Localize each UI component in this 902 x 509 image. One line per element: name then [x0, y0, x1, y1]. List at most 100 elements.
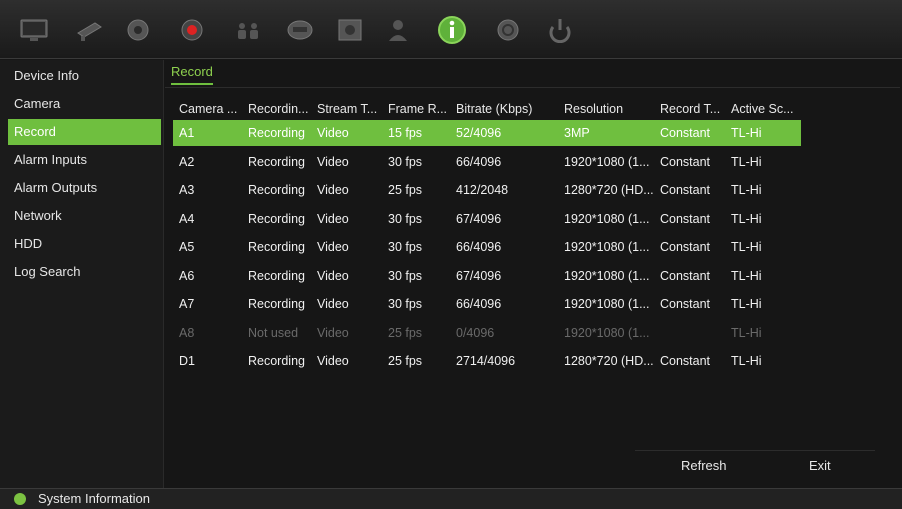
column-header-active-schedule[interactable]: Active Sc... — [731, 102, 794, 116]
cell-bitrate: 2714/4096 — [456, 354, 516, 368]
cell-resolution: 1920*1080 (1... — [564, 240, 650, 254]
cell-recording: Recording — [248, 183, 305, 197]
record-icon[interactable] — [172, 12, 212, 48]
top-toolbar — [0, 0, 902, 59]
cell-stream-type: Video — [317, 240, 349, 254]
cell-camera: A6 — [179, 268, 195, 283]
user-icon[interactable] — [378, 12, 418, 48]
sidebar-item-log-search[interactable]: Log Search — [8, 259, 161, 285]
snapshot-icon[interactable] — [330, 12, 370, 48]
sidebar: Device Info Camera Record Alarm Inputs A… — [0, 60, 164, 488]
table-row[interactable]: A3 Recording Video 25 fps 412/2048 1280*720 (… — [173, 177, 801, 203]
cell-recording: Not used — [248, 325, 299, 340]
cell-bitrate: 67/4096 — [456, 268, 502, 283]
cell-camera: A8 — [179, 325, 195, 340]
cell-bitrate: 66/4096 — [456, 154, 502, 169]
cell-stream-type: Video — [317, 211, 349, 226]
cell-recording: Recording — [248, 211, 305, 226]
cell-bitrate: 412/2048 — [456, 183, 509, 197]
cell-active-schedule: TL-Hi — [731, 240, 762, 254]
cell-record-type: Constant — [660, 211, 711, 226]
cell-active-schedule: TL-Hi — [731, 325, 762, 340]
cell-active-schedule: TL-Hi — [731, 183, 762, 197]
table-row[interactable]: A4 Recording Video 30 fps 67/4096 1920*1080 (… — [173, 206, 801, 232]
column-header-record-type[interactable]: Record T... — [660, 102, 720, 116]
cell-recording: Recording — [248, 297, 305, 311]
cell-camera: A5 — [179, 240, 195, 254]
info-icon[interactable] — [432, 12, 472, 48]
table-row[interactable]: A2 Recording Video 30 fps 66/4096 1920*1080 (… — [173, 149, 801, 175]
cell-camera: A4 — [179, 211, 195, 226]
help-icon[interactable] — [488, 12, 528, 48]
tab-record[interactable]: Record — [171, 64, 213, 85]
cell-stream-type: Video — [317, 325, 349, 340]
table-row[interactable]: D1 Recording Video 25 fps 2714/4096 1280*720 … — [173, 348, 801, 374]
cell-recording: Recording — [248, 240, 305, 254]
sidebar-item-record[interactable]: Record — [8, 119, 161, 145]
column-header-recording[interactable]: Recordin... — [248, 102, 308, 116]
refresh-button[interactable]: Refresh — [681, 458, 727, 473]
cell-active-schedule: TL-Hi — [731, 268, 762, 283]
cell-recording: Recording — [248, 126, 305, 140]
people-icon[interactable] — [228, 12, 268, 48]
cell-active-schedule: TL-Hi — [731, 297, 762, 311]
cell-record-type: Constant — [660, 183, 711, 197]
table-row[interactable]: A6 Recording Video 30 fps 67/4096 1920*1080 (… — [173, 263, 801, 289]
cell-stream-type: Video — [317, 297, 349, 311]
cell-bitrate: 0/4096 — [456, 325, 495, 340]
cell-frame-rate: 25 fps — [388, 325, 423, 340]
status-text: System Information — [38, 491, 150, 506]
sidebar-item-alarm-inputs[interactable]: Alarm Inputs — [8, 147, 161, 173]
dome-camera-icon[interactable] — [118, 12, 158, 48]
status-indicator-icon — [14, 493, 26, 505]
cell-active-schedule: TL-Hi — [731, 354, 762, 368]
sidebar-item-device-info[interactable]: Device Info — [8, 63, 161, 89]
cell-recording: Recording — [248, 354, 305, 368]
column-header-stream-type[interactable]: Stream T... — [317, 102, 377, 116]
table-row[interactable]: A8 Not used Video 25 fps 0/4096 1920*1080 (1.… — [173, 320, 801, 346]
cell-frame-rate: 30 fps — [388, 240, 423, 254]
column-header-camera[interactable]: Camera ... — [179, 102, 237, 116]
table-row[interactable]: A1 Recording Video 15 fps 52/4096 3MP Constant… — [173, 120, 801, 146]
column-header-bitrate[interactable]: Bitrate (Kbps) — [456, 102, 532, 116]
power-icon[interactable] — [540, 12, 580, 48]
sidebar-item-network[interactable]: Network — [8, 203, 161, 229]
cell-frame-rate: 30 fps — [388, 297, 423, 311]
cell-frame-rate: 30 fps — [388, 154, 423, 169]
table-row[interactable]: A7 Recording Video 30 fps 66/4096 1920*1080 (… — [173, 291, 801, 317]
tab-divider — [165, 87, 900, 88]
sidebar-item-alarm-outputs[interactable]: Alarm Outputs — [8, 175, 161, 201]
cell-camera: A3 — [179, 183, 195, 197]
cell-resolution: 1920*1080 (1... — [564, 325, 650, 340]
cell-bitrate: 66/4096 — [456, 240, 502, 254]
cell-resolution: 1280*720 (HD... — [564, 354, 654, 368]
sidebar-item-hdd[interactable]: HDD — [8, 231, 161, 257]
column-header-frame-rate[interactable]: Frame R... — [388, 102, 447, 116]
cell-camera: D1 — [179, 354, 195, 368]
cell-camera: A1 — [179, 126, 195, 140]
cell-frame-rate: 15 fps — [388, 126, 423, 140]
column-header-resolution[interactable]: Resolution — [564, 102, 623, 116]
cell-active-schedule: TL-Hi — [731, 211, 762, 226]
cell-camera: A7 — [179, 297, 195, 311]
table-row[interactable]: A5 Recording Video 30 fps 66/4096 1920*1080 (… — [173, 234, 801, 260]
cell-resolution: 1920*1080 (1... — [564, 268, 650, 283]
cell-resolution: 1920*1080 (1... — [564, 297, 650, 311]
cell-active-schedule: TL-Hi — [731, 126, 762, 140]
cell-resolution: 1280*720 (HD... — [564, 183, 654, 197]
cell-recording: Recording — [248, 154, 305, 169]
cell-stream-type: Video — [317, 183, 349, 197]
cell-resolution: 3MP — [564, 126, 590, 140]
ptz-camera-icon[interactable] — [70, 12, 110, 48]
cell-camera: A2 — [179, 154, 195, 169]
cell-stream-type: Video — [317, 354, 349, 368]
cell-record-type: Constant — [660, 240, 711, 254]
sidebar-item-camera[interactable]: Camera — [8, 91, 161, 117]
hdd-icon[interactable] — [280, 12, 320, 48]
cell-frame-rate: 25 fps — [388, 183, 423, 197]
main-panel: Record Camera ... Recordin... Stream T... F… — [165, 60, 900, 488]
cell-frame-rate: 25 fps — [388, 354, 423, 368]
exit-button[interactable]: Exit — [809, 458, 831, 473]
monitor-icon[interactable] — [14, 12, 54, 48]
cell-record-type: Constant — [660, 268, 711, 283]
